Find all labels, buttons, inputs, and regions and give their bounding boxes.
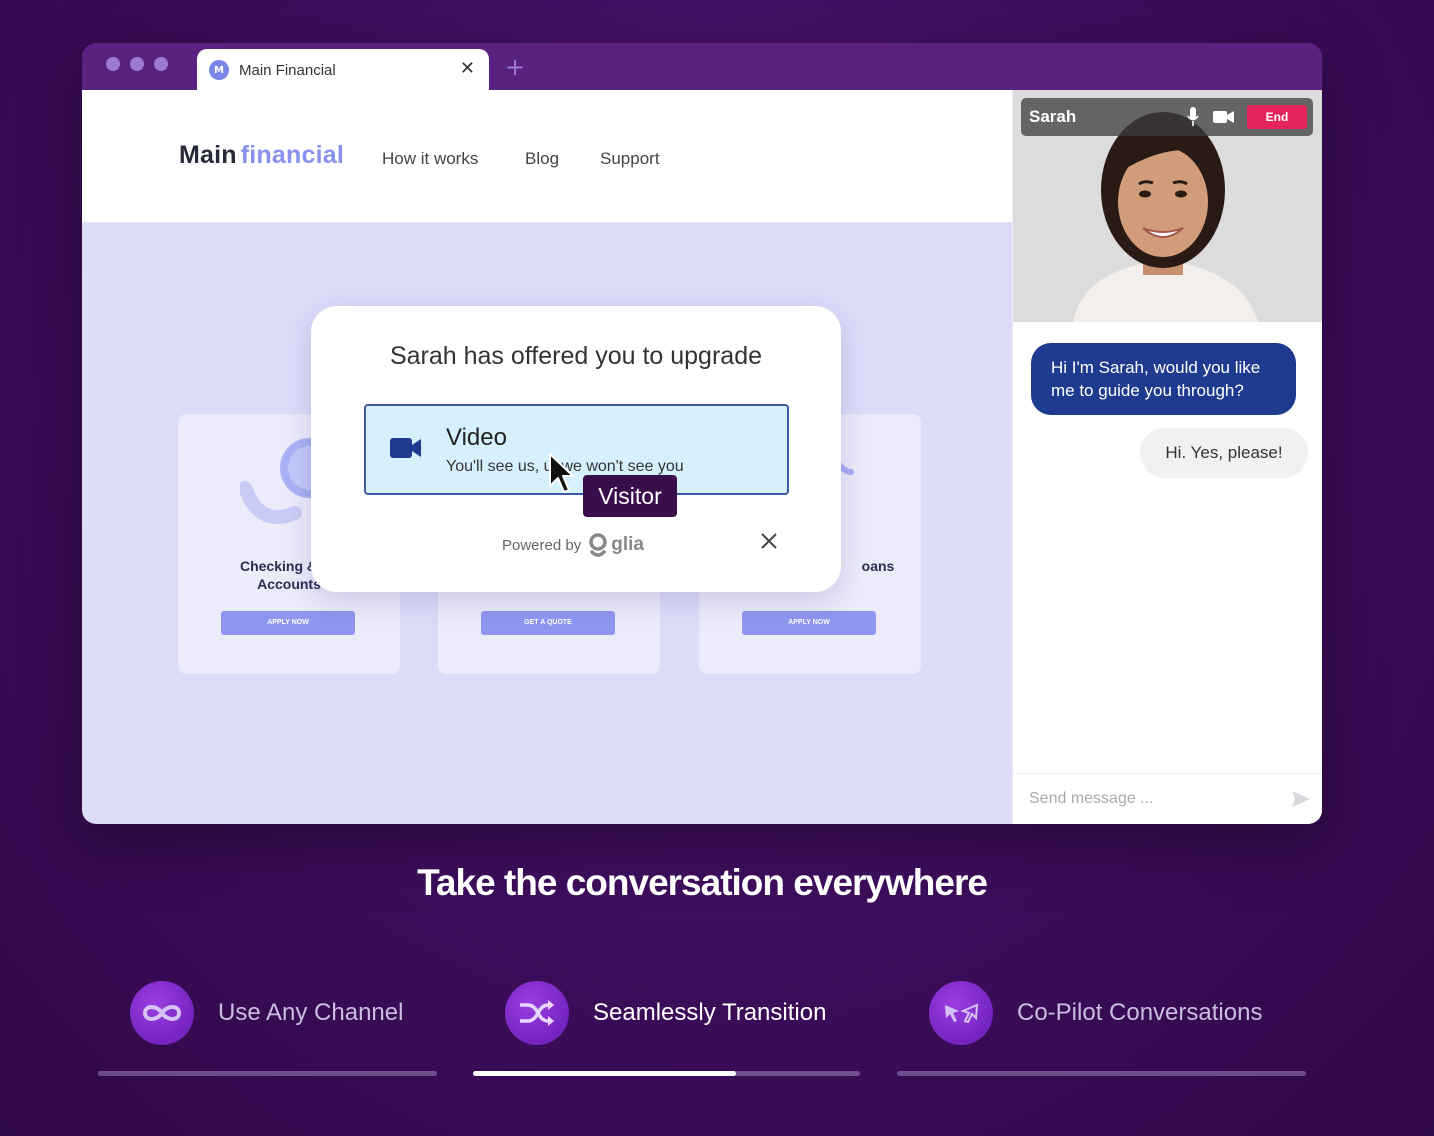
tab-title: Main Financial [239, 61, 336, 79]
glia-brand: glia [611, 534, 644, 555]
window-control-close[interactable] [106, 57, 120, 71]
feature-icon-circle [130, 981, 194, 1045]
feature-progress-bar [98, 1071, 437, 1076]
tab-favicon-icon: M [209, 60, 229, 80]
feature-label: Use Any Channel [218, 999, 404, 1026]
visitor-message: Hi. Yes, please! [1140, 428, 1308, 478]
video-camera-icon [390, 438, 421, 458]
site-header: Main financial How it works Blog Support [82, 90, 1012, 223]
video-option-label: Video [446, 424, 507, 451]
close-icon[interactable] [759, 531, 779, 551]
shuffle-icon [520, 1000, 554, 1026]
video-option-description-a: You'll see us, [446, 458, 540, 475]
message-composer [1013, 773, 1322, 824]
browser-tab[interactable]: M Main Financial ✕ [197, 49, 489, 91]
page-headline: Take the conversation everywhere [417, 862, 988, 903]
feature-progress-bar [897, 1071, 1306, 1076]
get-a-quote-button[interactable]: GET A QUOTE [481, 611, 615, 635]
feature-use-any-channel[interactable]: Use Any Channel [130, 981, 403, 1045]
caller-name: Sarah [1029, 107, 1077, 126]
window-control-minimize[interactable] [130, 57, 144, 71]
progress-fill [473, 1071, 737, 1076]
logo-accent-text: financial [240, 141, 344, 169]
glia-logo-icon [589, 533, 607, 557]
agent-video-feed: Sarah End [1013, 90, 1322, 322]
feature-co-pilot-conversations[interactable]: Co-Pilot Conversations [929, 981, 1262, 1045]
agent-message: Hi I'm Sarah, would you like me to guide… [1031, 343, 1296, 415]
browser-window: M Main Financial ✕ + Main financial How i… [82, 43, 1322, 824]
feature-icon-circle [929, 981, 993, 1045]
end-call-button[interactable]: End [1247, 105, 1307, 129]
feature-icon-circle [505, 981, 569, 1045]
powered-by-label: Powered by [502, 536, 582, 554]
new-tab-button[interactable]: + [505, 53, 525, 81]
call-controls-bar: Sarah End [1021, 98, 1313, 136]
powered-by: Powered by glia [502, 532, 644, 558]
engagement-panel: Sarah End Hi I'm Sarah, would you like m… [1012, 90, 1322, 824]
nav-blog[interactable]: Blog [525, 149, 559, 169]
logo-main-text: Main [179, 141, 237, 169]
nav-how-it-works[interactable]: How it works [382, 149, 478, 169]
site-logo[interactable]: Main financial [179, 141, 344, 170]
page-viewport: Main financial How it works Blog Support … [82, 90, 1012, 824]
mouse-cursor-icon [549, 453, 574, 493]
feature-seamlessly-transition[interactable]: Seamlessly Transition [505, 981, 826, 1045]
nav-support[interactable]: Support [600, 149, 660, 169]
feature-label: Co-Pilot Conversations [1017, 999, 1263, 1026]
camera-icon[interactable] [1213, 110, 1235, 124]
window-control-maximize[interactable] [154, 57, 168, 71]
infinity-icon [142, 1005, 182, 1021]
video-upgrade-option[interactable]: Video You'll see us, ut we won't see you [364, 404, 789, 495]
browser-chrome: M Main Financial ✕ + [82, 43, 1322, 91]
modal-title: Sarah has offered you to upgrade [389, 342, 763, 370]
feature-progress-bar [473, 1071, 860, 1076]
message-input[interactable] [1029, 786, 1269, 812]
dual-cursor-icon [945, 1003, 979, 1024]
visitor-cursor-label: Visitor [583, 475, 677, 517]
apply-now-button[interactable]: APPLY NOW [742, 611, 876, 635]
apply-now-button[interactable]: APPLY NOW [221, 611, 355, 635]
tab-close-icon[interactable]: ✕ [460, 58, 475, 79]
send-icon[interactable] [1291, 790, 1311, 808]
feature-label: Seamlessly Transition [593, 999, 827, 1026]
microphone-icon[interactable] [1187, 107, 1199, 127]
upgrade-modal: Sarah has offered you to upgrade Video Y… [311, 306, 841, 592]
